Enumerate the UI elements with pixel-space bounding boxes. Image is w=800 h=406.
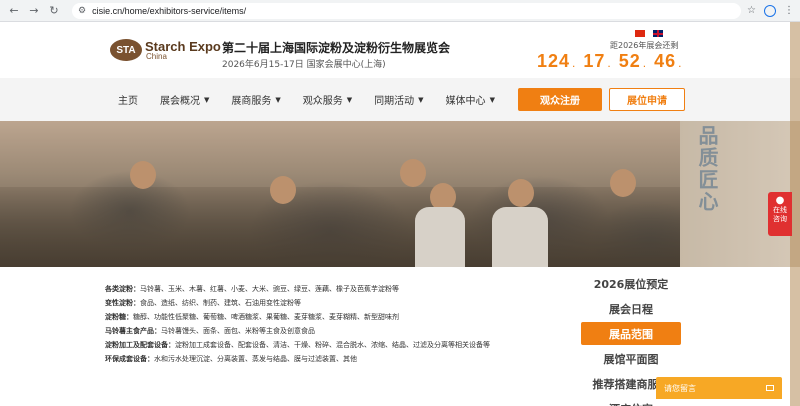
list-item: 淀粉加工及配套设备：淀粉加工成套设备、配套设备、清洁、干燥、粉碎、混合脱水、浓缩…: [105, 341, 490, 349]
arrow-right-icon[interactable]: →: [26, 3, 42, 19]
leave-message-label: 请您留言: [664, 383, 696, 393]
url-text: cisie.cn/home/exhibitors-service/items/: [92, 5, 247, 16]
star-icon[interactable]: ☆: [747, 5, 756, 16]
countdown-days: 124: [537, 51, 571, 71]
side-item-floor-plan[interactable]: 展馆平面图: [581, 347, 681, 370]
site-header: STA Starch Expo China 第二十届上海国际淀粉及淀粉衍生物展览…: [0, 22, 800, 78]
countdown: 124. 17. 52. 46.: [537, 51, 682, 71]
leave-message-bar[interactable]: 请您留言: [656, 377, 782, 399]
countdown-hours: 17: [583, 51, 606, 71]
arrow-left-icon[interactable]: ←: [6, 3, 22, 19]
chevron-down-icon: ▼: [204, 95, 210, 104]
side-item-exhibit-scope[interactable]: 展品范围: [581, 322, 681, 345]
logo-badge: STA: [110, 39, 142, 61]
logo-name: Starch Expo: [145, 38, 221, 54]
nav-overview[interactable]: 展会概况 ▼: [160, 92, 210, 108]
logo[interactable]: STA Starch Expo China: [110, 39, 221, 61]
side-item-schedule[interactable]: 展会日程: [581, 297, 681, 320]
nav-media[interactable]: 媒体中心 ▼: [446, 92, 495, 108]
nav-visitor-service[interactable]: 观众服务 ▼: [303, 92, 353, 108]
nav-home[interactable]: 主页: [118, 92, 138, 107]
china-flag-icon[interactable]: [635, 30, 645, 37]
chevron-down-icon: ▼: [418, 95, 424, 104]
chat-bubble-icon: ●: [775, 195, 785, 206]
online-consult-button[interactable]: ● 在线 咨询: [768, 192, 792, 236]
list-item: 各类淀粉：马铃薯、玉米、木薯、红薯、小麦、大米、豌豆、绿豆、莲藕、橡子及芭蕉芋淀…: [105, 285, 399, 293]
list-item: 环保成套设备：水和污水处理沉淀、分离装置、蒸发与结晶、膜与过滤装置、其他: [105, 355, 357, 363]
nav-events[interactable]: 同期活动 ▼: [374, 92, 424, 108]
booth-apply-button[interactable]: 展位申请: [609, 88, 685, 111]
list-item: 淀粉糖：糖醇、功能性低聚糖、葡萄糖、啤酒糖浆、果葡糖、麦芽糖浆、麦芽糊精、新型甜…: [105, 313, 399, 321]
uk-flag-icon[interactable]: [653, 30, 663, 37]
countdown-minutes: 52: [618, 51, 641, 71]
side-item-booth-reservation[interactable]: 2026展位预定: [581, 272, 681, 295]
visitor-register-button[interactable]: 观众注册: [518, 88, 602, 111]
language-switch: [635, 30, 663, 37]
site-info-icon[interactable]: ⚙: [78, 5, 86, 16]
list-item: 变性淀粉：食品、造纸、纺织、制药、建筑、石油用变性淀粉等: [105, 299, 301, 307]
browser-toolbar: ← → ↻ ⚙ cisie.cn/home/exhibitors-service…: [0, 0, 800, 22]
event-date-venue: 2026年6月15-17日 国家会展中心(上海): [222, 60, 386, 70]
main-nav: 主页 展会概况 ▼ 展商服务 ▼ 观众服务 ▼ 同期活动 ▼ 媒体中心 ▼ 观众注册 展位…: [0, 78, 800, 121]
chevron-down-icon: ▼: [489, 95, 495, 104]
profile-icon[interactable]: [764, 4, 776, 17]
countdown-seconds: 46: [654, 51, 677, 71]
page-title: 第二十届上海国际淀粉及淀粉衍生物展览会: [222, 41, 451, 55]
exhibit-categories: 各类淀粉：马铃薯、玉米、木薯、红薯、小麦、大米、豌豆、绿豆、莲藕、橡子及芭蕉芋淀…: [105, 282, 575, 366]
nav-exhibitor-service[interactable]: 展商服务 ▼: [231, 92, 281, 108]
reload-icon[interactable]: ↻: [46, 3, 62, 19]
logo-sub: China: [146, 51, 167, 61]
address-bar[interactable]: ⚙ cisie.cn/home/exhibitors-service/items…: [72, 2, 742, 19]
minimize-icon[interactable]: [766, 385, 774, 391]
chevron-down-icon: ▼: [275, 95, 281, 104]
more-icon[interactable]: ⋮: [784, 5, 794, 16]
hero-banner-image: 品质匠心: [0, 121, 800, 267]
list-item: 马铃薯主食产品：马铃薯馒头、面条、面包、米粉等主食及创意食品: [105, 327, 315, 335]
countdown-label: 距2026年展会还剩: [610, 41, 679, 50]
chevron-down-icon: ▼: [346, 95, 353, 104]
